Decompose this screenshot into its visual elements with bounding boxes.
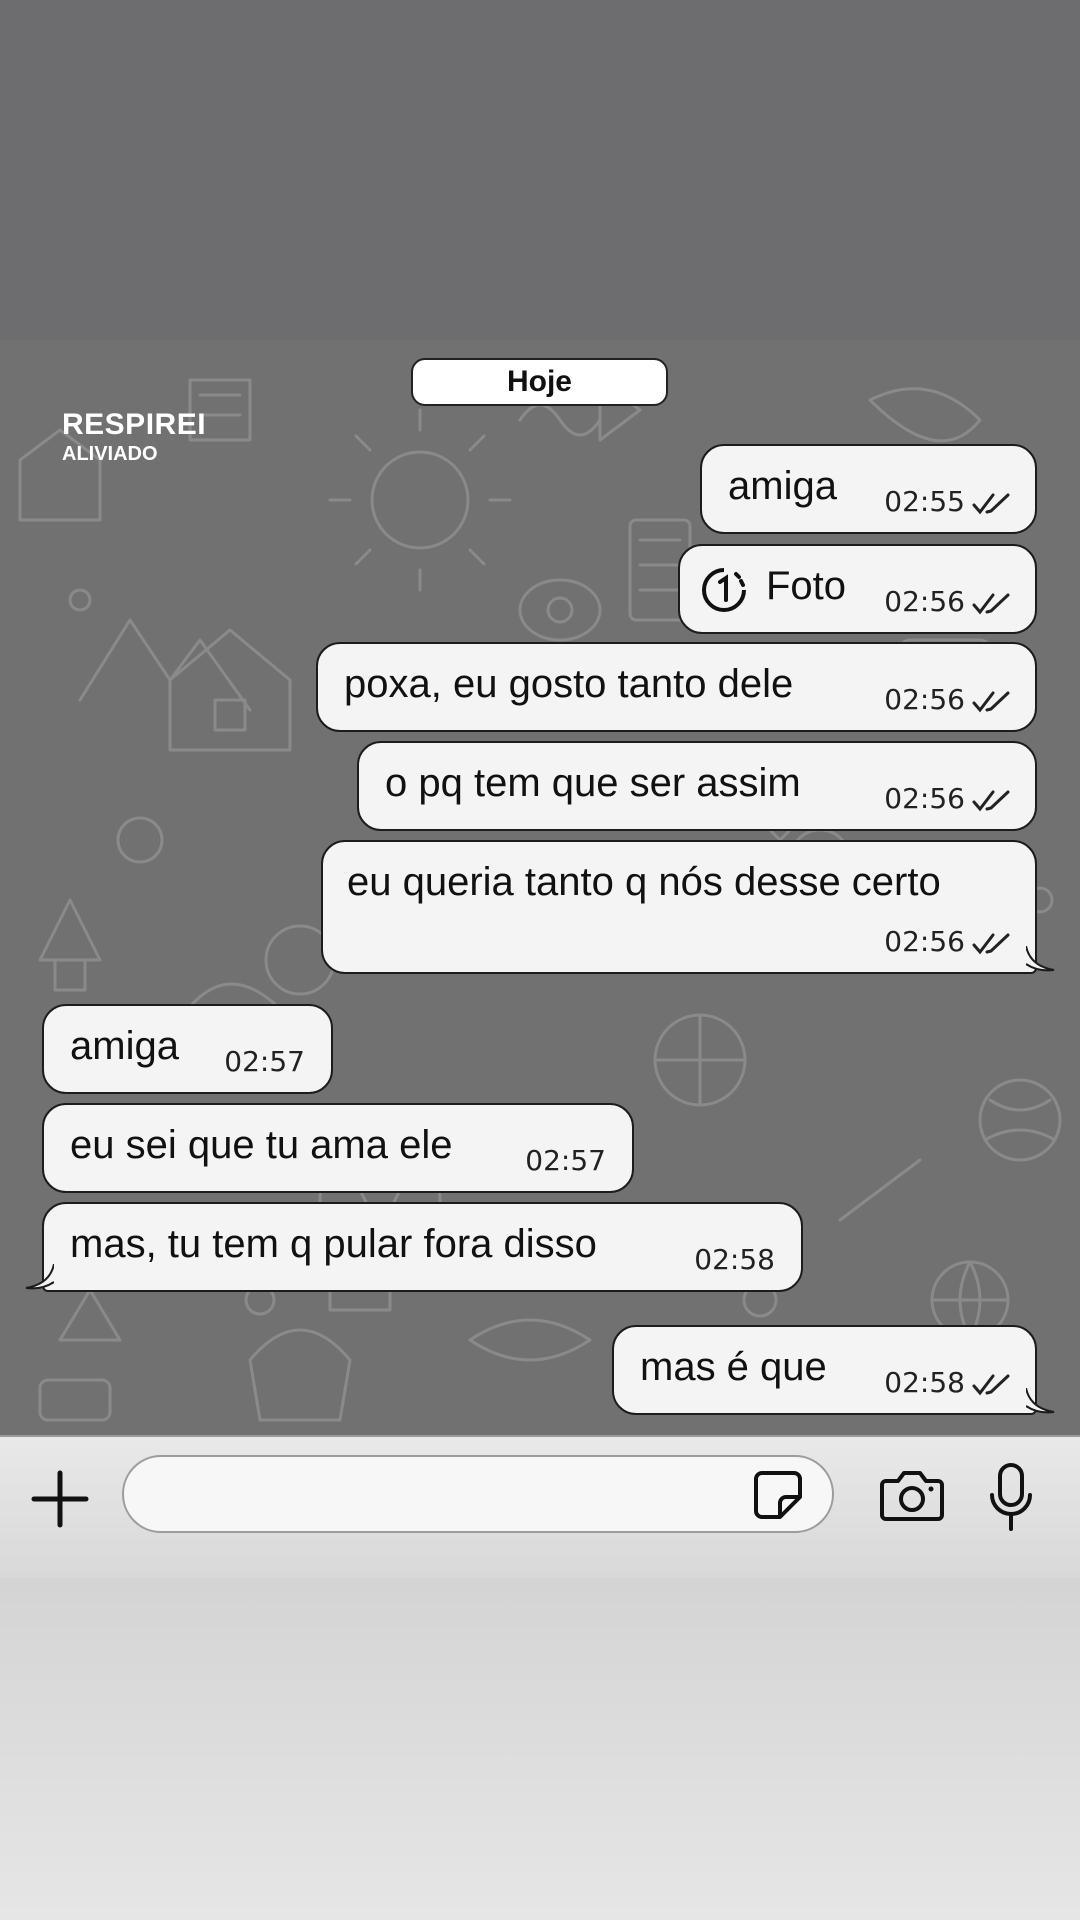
plus-icon[interactable] (28, 1467, 92, 1531)
message-bubble-outgoing[interactable]: amiga 02:55 (700, 444, 1037, 534)
message-time: 02:56 (884, 585, 965, 618)
view-once-icon (702, 568, 746, 612)
message-text: amiga (728, 464, 837, 508)
message-bubble-incoming[interactable]: amiga 02:57 (42, 1004, 333, 1094)
photo-label: Foto (766, 564, 847, 608)
message-bubble-outgoing[interactable]: o pq tem que ser assim 02:56 (357, 741, 1037, 831)
read-receipt-icon (972, 593, 1010, 615)
bubble-tail (25, 1264, 54, 1290)
top-backdrop (0, 0, 1080, 340)
read-receipt-icon (972, 790, 1010, 812)
message-text: amiga (70, 1024, 179, 1068)
read-receipt-icon (972, 691, 1010, 713)
message-time: 02:58 (884, 1366, 965, 1399)
message-bubble-outgoing[interactable]: poxa, eu gosto tanto dele 02:56 (316, 642, 1037, 732)
date-separator: Hoje (411, 358, 668, 406)
message-bubble-outgoing[interactable]: mas é que 02:58 (612, 1325, 1037, 1415)
message-text: mas, tu tem q pular fora disso (70, 1222, 597, 1266)
message-time: 02:57 (224, 1045, 305, 1078)
message-time: 02:56 (884, 683, 965, 716)
message-time: 02:56 (884, 782, 965, 815)
chat-area[interactable]: Hoje RESPIREI ALIVIADO amiga 02:55 Foto … (0, 340, 1080, 1435)
message-bubble-outgoing[interactable]: eu queria tanto q nós desse certo 02:56 (321, 840, 1037, 974)
message-input-bar (0, 1435, 1080, 1578)
message-text: eu sei que tu ama ele (70, 1123, 453, 1167)
read-receipt-icon (972, 1374, 1010, 1396)
brand-title: RESPIREI (62, 408, 207, 441)
message-input-field[interactable] (122, 1455, 834, 1533)
bubble-tail (1026, 1388, 1055, 1414)
message-time: 02:57 (525, 1144, 606, 1177)
bottom-backdrop (0, 1578, 1080, 1920)
brand-subtitle: ALIVIADO (62, 443, 158, 465)
bubble-tail (1026, 946, 1055, 972)
read-receipt-icon (972, 933, 1010, 955)
message-time: 02:55 (884, 485, 965, 518)
message-bubble-incoming[interactable]: eu sei que tu ama ele 02:57 (42, 1103, 634, 1193)
message-text: mas é que (640, 1345, 827, 1389)
message-text: poxa, eu gosto tanto dele (344, 662, 794, 706)
read-receipt-icon (972, 493, 1010, 515)
brand-watermark: RESPIREI ALIVIADO (62, 408, 207, 465)
message-time: 02:58 (694, 1243, 775, 1276)
microphone-icon[interactable] (986, 1461, 1036, 1533)
message-text: eu queria tanto q nós desse certo (347, 860, 941, 904)
message-text: o pq tem que ser assim (385, 761, 801, 805)
message-time: 02:56 (884, 925, 965, 958)
message-bubble-photo[interactable]: Foto 02:56 (678, 544, 1037, 634)
sticker-icon[interactable] (752, 1469, 804, 1521)
camera-icon[interactable] (880, 1467, 944, 1523)
message-bubble-incoming[interactable]: mas, tu tem q pular fora disso 02:58 (42, 1202, 803, 1292)
